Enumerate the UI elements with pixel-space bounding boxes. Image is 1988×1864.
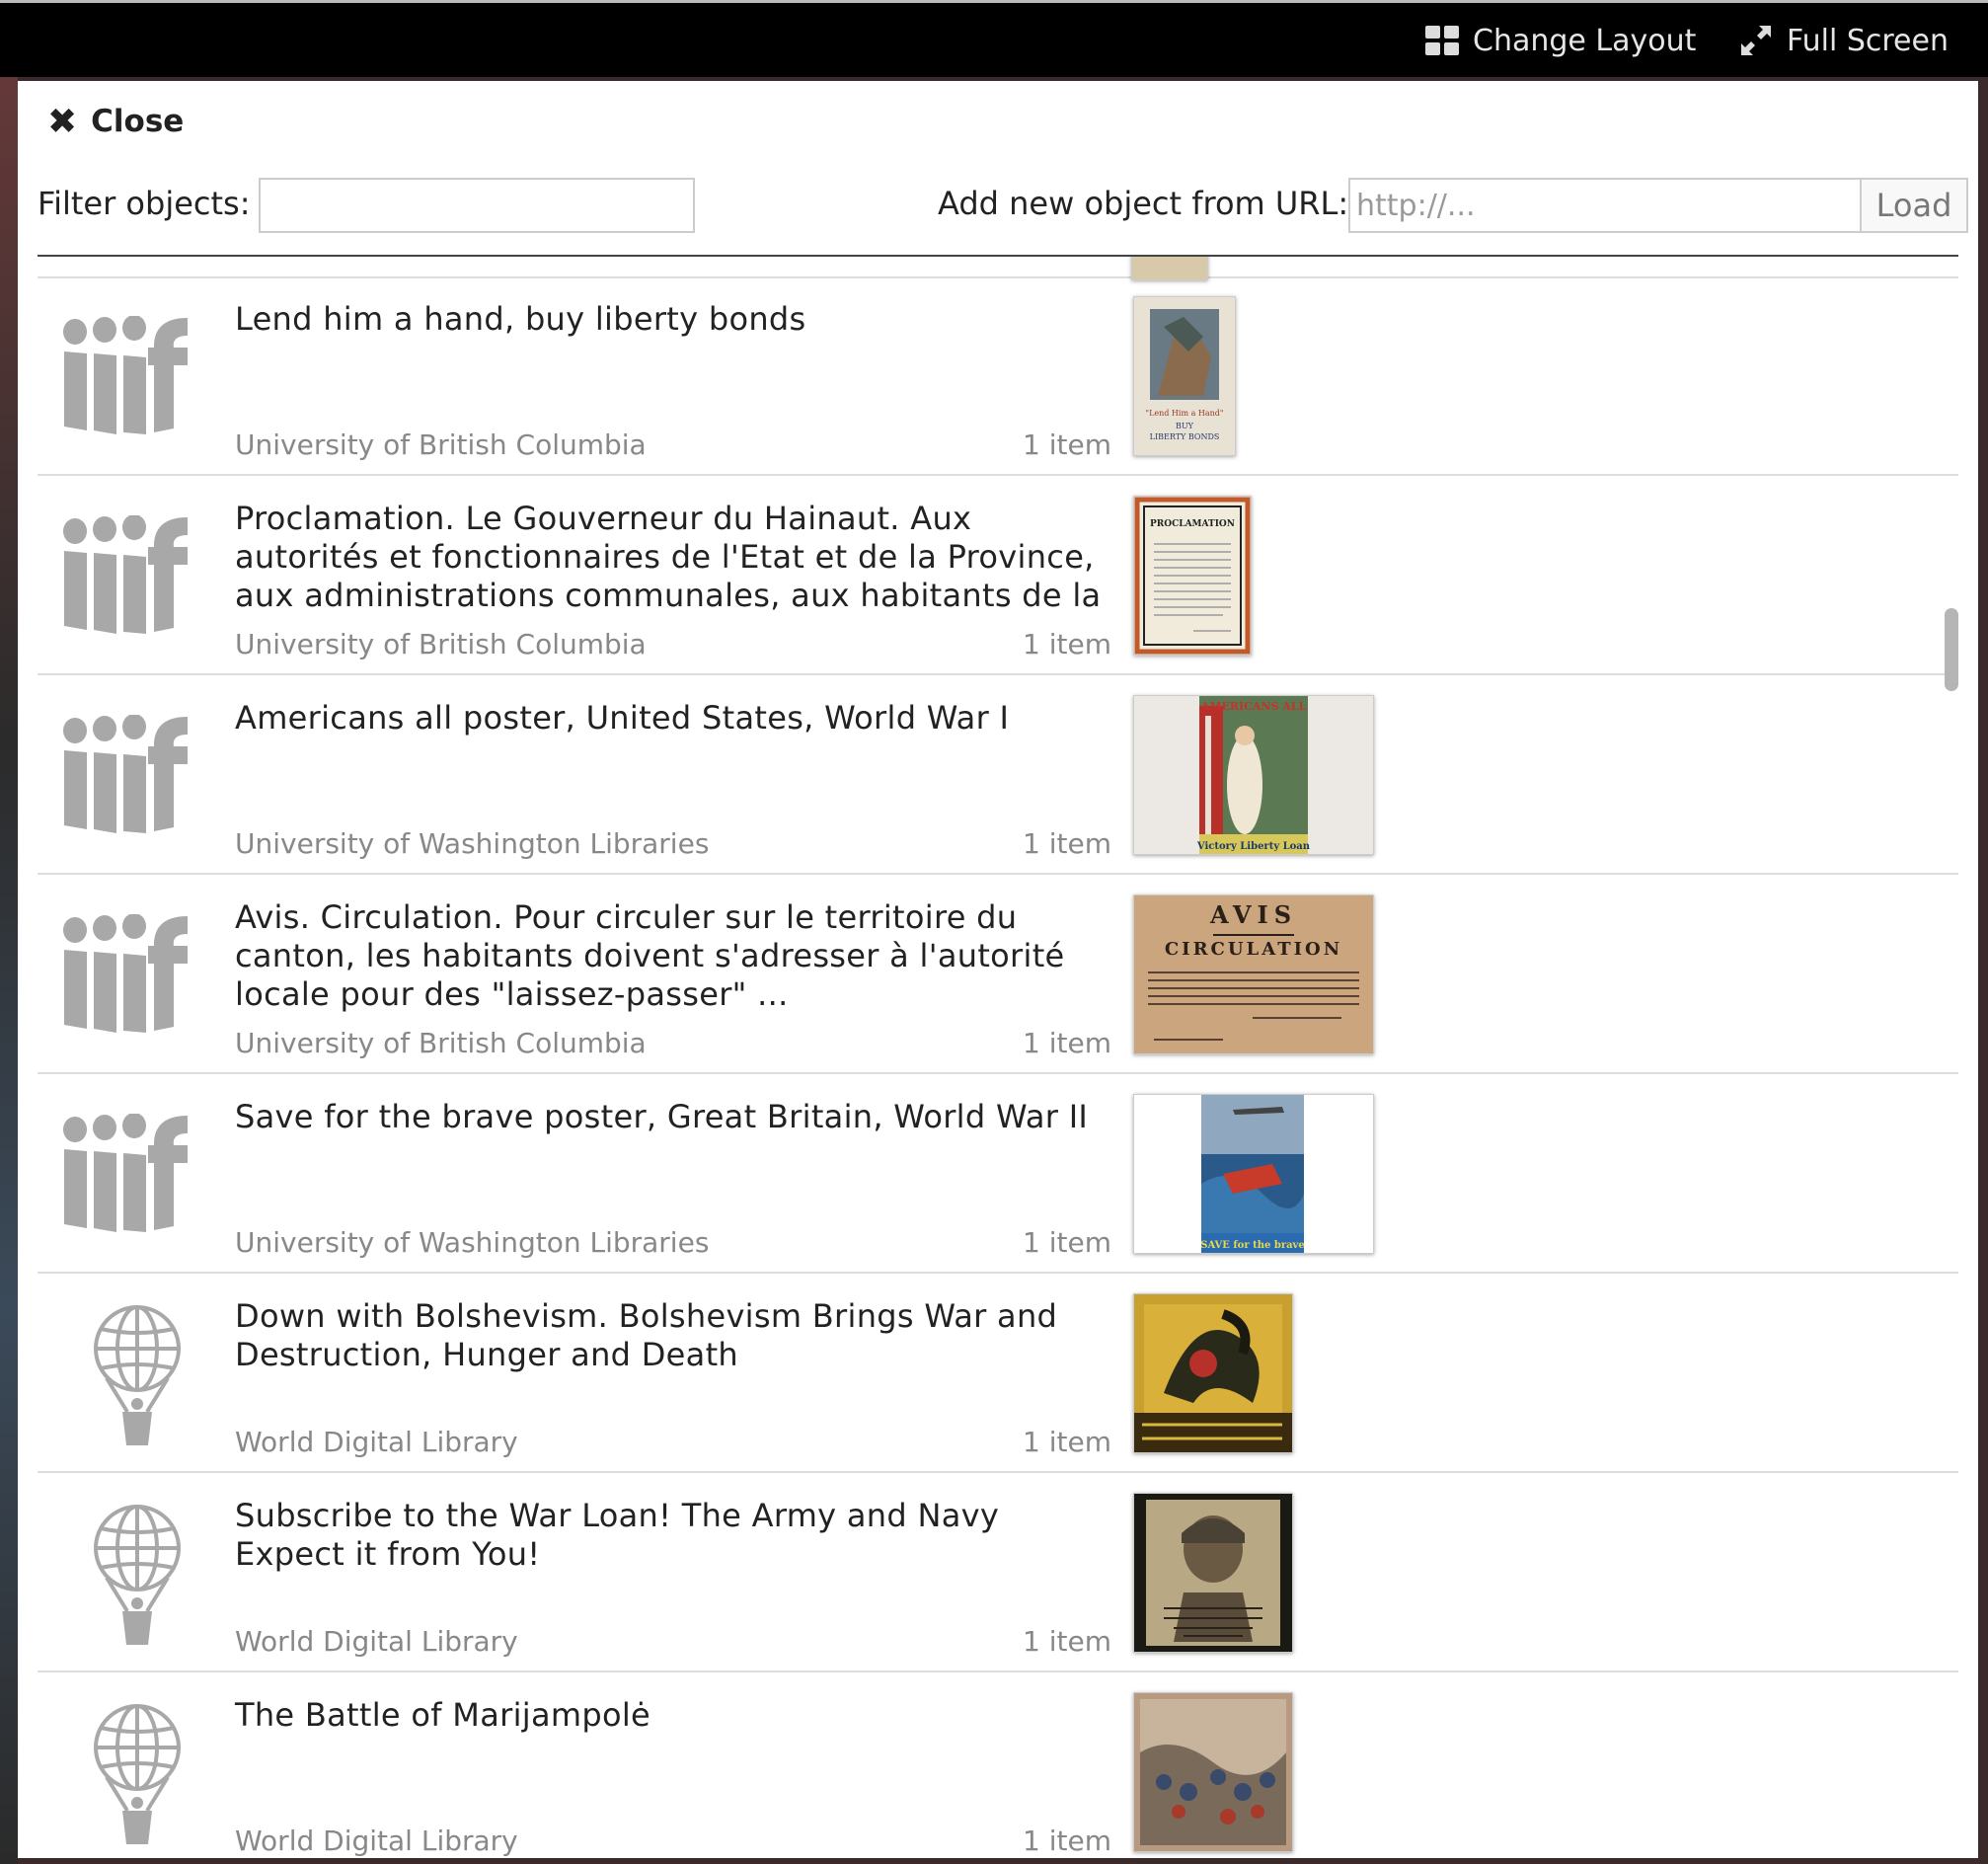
item-institution: World Digital Library xyxy=(235,1825,518,1857)
thumbnail: PROCLAMATION xyxy=(1133,496,1252,656)
thumbnail xyxy=(1133,1493,1293,1653)
thumbnail: AMERICANS ALL Victory Liberty Loan xyxy=(1133,695,1374,855)
change-layout-label: Change Layout xyxy=(1473,23,1697,58)
wdl-balloon-logo-icon xyxy=(73,1301,201,1445)
background-app-strip xyxy=(0,0,18,1864)
list-item[interactable]: Avis. Circulation. Pour circuler sur le … xyxy=(38,877,1958,1074)
item-count: 1 item xyxy=(1023,628,1111,660)
item-title: Avis. Circulation. Pour circuler sur le … xyxy=(235,898,1065,1013)
item-institution: University of Washington Libraries xyxy=(235,1226,710,1259)
url-input[interactable] xyxy=(1348,178,1868,233)
item-title: Subscribe to the War Loan! The Army and … xyxy=(235,1497,1000,1573)
thumbnail: SAVE for the brave xyxy=(1133,1094,1374,1254)
list-item[interactable]: Subscribe to the War Loan! The Army and … xyxy=(38,1475,1958,1672)
thumb-text: LIBERTY BONDS xyxy=(1150,432,1220,441)
thumb-text: "Lend Him a Hand" xyxy=(1145,409,1223,418)
iiif-logo-icon xyxy=(61,315,190,434)
item-institution: World Digital Library xyxy=(235,1426,518,1458)
thumbnail: AVIS CIRCULATION xyxy=(1133,894,1374,1054)
iiif-logo-icon xyxy=(61,714,190,833)
item-title: Down with Bolshevism. Bolshevism Brings … xyxy=(235,1297,1058,1373)
thumbnail xyxy=(1131,257,1208,280)
filter-input[interactable] xyxy=(259,178,695,233)
item-institution: University of British Columbia xyxy=(235,1027,647,1059)
list-item[interactable]: Save for the brave poster, Great Britain… xyxy=(38,1076,1958,1274)
wdl-balloon-logo-icon xyxy=(73,1700,201,1844)
thumb-text: AMERICANS ALL xyxy=(1200,700,1307,713)
thumb-text: CIRCULATION xyxy=(1165,939,1342,960)
object-list[interactable]: Lend him a hand, buy liberty bonds Unive… xyxy=(38,255,1958,1858)
item-count: 1 item xyxy=(1023,1426,1111,1458)
iiif-logo-icon xyxy=(61,1113,190,1232)
item-title: The Battle of Marijampolė xyxy=(235,1696,651,1734)
thumb-text: BUY xyxy=(1176,422,1194,430)
item-title: Proclamation. Le Gouverneur du Hainaut. … xyxy=(235,500,1102,614)
item-institution: University of British Columbia xyxy=(235,428,647,461)
grid-icon xyxy=(1425,26,1459,55)
item-title: Americans all poster, United States, Wor… xyxy=(235,699,1010,737)
thumb-text: AVIS xyxy=(1209,900,1297,929)
thumbnail xyxy=(1133,1692,1293,1852)
expand-icon xyxy=(1741,26,1771,55)
close-icon: ✖ xyxy=(47,101,78,142)
change-layout-button[interactable]: Change Layout xyxy=(1425,17,1696,64)
object-browser-panel: ✖ Close Filter objects: Add new object f… xyxy=(18,81,1978,1858)
item-count: 1 item xyxy=(1023,1226,1111,1259)
list-item[interactable]: Down with Bolshevism. Bolshevism Brings … xyxy=(38,1276,1958,1473)
close-button[interactable]: ✖ Close xyxy=(47,99,184,144)
item-count: 1 item xyxy=(1023,1825,1111,1857)
load-button[interactable]: Load xyxy=(1860,178,1968,233)
full-screen-label: Full Screen xyxy=(1787,23,1949,58)
item-institution: University of British Columbia xyxy=(235,628,647,660)
item-count: 1 item xyxy=(1023,827,1111,860)
top-bar: Change Layout Full Screen xyxy=(0,0,1988,77)
list-item[interactable]: The Battle of Marijampolė World Digital … xyxy=(38,1674,1958,1858)
thumbnail: "Lend Him a Hand" BUY LIBERTY BONDS xyxy=(1133,296,1236,456)
list-item[interactable] xyxy=(38,257,1958,280)
thumb-text: PROCLAMATION xyxy=(1150,519,1235,529)
close-label: Close xyxy=(91,104,185,139)
list-item[interactable]: Proclamation. Le Gouverneur du Hainaut. … xyxy=(38,478,1958,675)
scrollbar-thumb[interactable] xyxy=(1945,608,1958,691)
list-item[interactable]: Americans all poster, United States, Wor… xyxy=(38,677,1958,875)
item-institution: University of Washington Libraries xyxy=(235,827,710,860)
item-title: Save for the brave poster, Great Britain… xyxy=(235,1098,1089,1135)
filter-label: Filter objects: xyxy=(38,185,251,222)
iiif-logo-icon xyxy=(61,913,190,1033)
item-count: 1 item xyxy=(1023,1625,1111,1658)
item-title: Lend him a hand, buy liberty bonds xyxy=(235,300,806,338)
list-item[interactable]: Lend him a hand, buy liberty bonds Unive… xyxy=(38,278,1958,476)
item-count: 1 item xyxy=(1023,428,1111,461)
iiif-logo-icon xyxy=(61,514,190,634)
full-screen-button[interactable]: Full Screen xyxy=(1739,17,1949,64)
wdl-balloon-logo-icon xyxy=(73,1501,201,1645)
thumb-text: Victory Liberty Loan xyxy=(1196,841,1311,852)
url-label: Add new object from URL: xyxy=(938,185,1349,222)
thumbnail xyxy=(1133,1293,1293,1453)
thumb-text: SAVE for the brave xyxy=(1200,1240,1304,1251)
item-count: 1 item xyxy=(1023,1027,1111,1059)
item-institution: World Digital Library xyxy=(235,1625,518,1658)
